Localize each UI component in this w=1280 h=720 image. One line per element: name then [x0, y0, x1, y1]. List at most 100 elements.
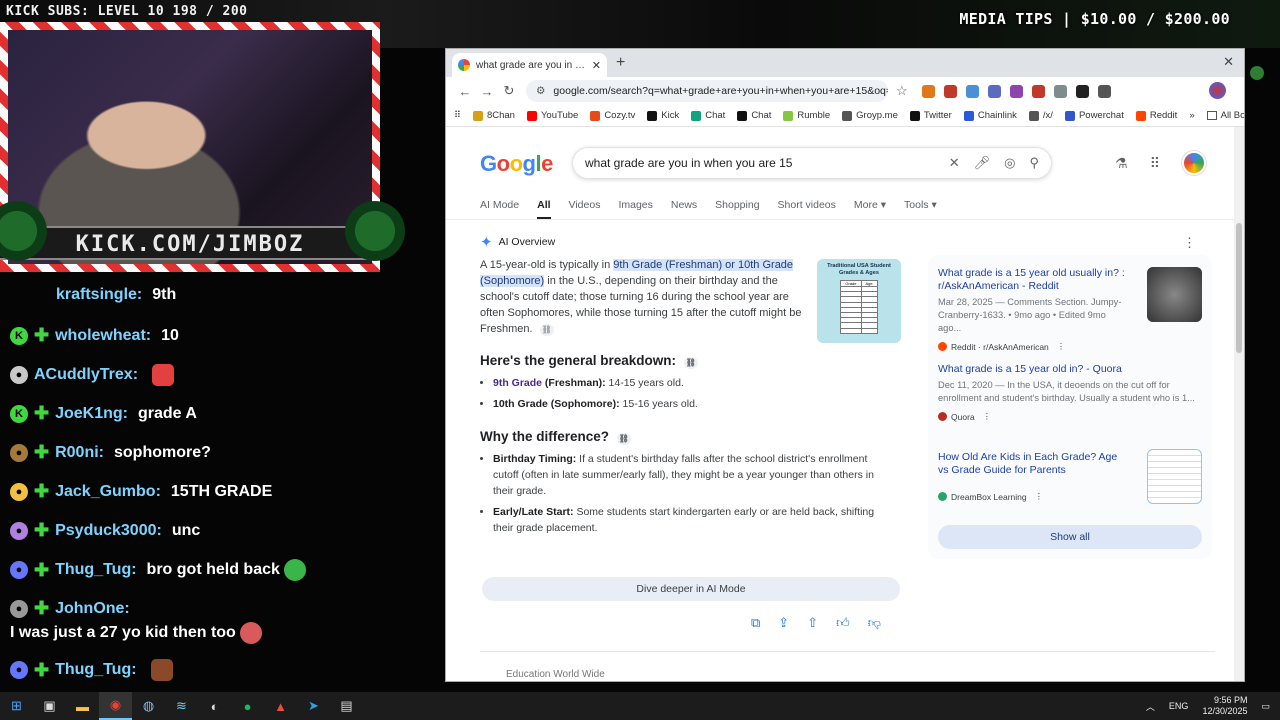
- export-icon[interactable]: ⇪: [778, 615, 789, 631]
- filter-shopping[interactable]: Shopping: [715, 199, 759, 220]
- bookmark-label: 8Chan: [486, 110, 515, 121]
- filter-news[interactable]: News: [671, 199, 697, 220]
- extension-icon[interactable]: [943, 84, 957, 98]
- extension-icon[interactable]: [1009, 84, 1023, 98]
- forward-icon[interactable]: →: [476, 84, 498, 99]
- grade-link[interactable]: 10th Grade: [493, 398, 548, 410]
- source-thumbnail[interactable]: [1147, 267, 1202, 322]
- language-indicator[interactable]: ENG: [1169, 701, 1189, 711]
- chevron-up-icon[interactable]: ︿: [1146, 700, 1155, 713]
- file-explorer-icon[interactable]: ▬: [66, 692, 99, 720]
- more-bookmarks-icon[interactable]: »: [1189, 110, 1194, 121]
- x-extension-icon[interactable]: [1075, 84, 1089, 98]
- bookmark-item[interactable]: Kick: [647, 110, 679, 121]
- bookmark-item[interactable]: Rumble: [783, 110, 830, 121]
- window-close-button[interactable]: ✕: [1223, 54, 1234, 70]
- more-options-icon[interactable]: ⋮: [1183, 235, 1196, 251]
- source-title[interactable]: What grade is a 15 year old usually in? …: [938, 267, 1128, 293]
- thumbs-up-icon[interactable]: 👍︎: [836, 615, 850, 631]
- grades-ages-chart-image[interactable]: Traditional USA Student Grades & Ages Gr…: [817, 259, 901, 343]
- spotify-icon[interactable]: ●: [231, 692, 264, 720]
- apps-grid-icon[interactable]: ⠿: [454, 110, 461, 121]
- clear-icon[interactable]: ✕: [949, 155, 960, 171]
- scrollbar-thumb[interactable]: [1236, 223, 1242, 353]
- app-icon[interactable]: ≋: [165, 692, 198, 720]
- bookmark-item[interactable]: /x/: [1028, 110, 1053, 121]
- scrollbar[interactable]: [1234, 127, 1244, 681]
- bookmark-item[interactable]: Chat: [737, 110, 771, 121]
- bookmark-item[interactable]: Reddit: [1135, 110, 1177, 121]
- labs-flask-icon[interactable]: ⚗: [1115, 155, 1128, 172]
- source-card[interactable]: What grade is a 15 year old usually in? …: [938, 267, 1202, 352]
- filter-more[interactable]: More ▾: [854, 199, 886, 220]
- filter-images[interactable]: Images: [618, 199, 652, 220]
- filter-videos[interactable]: Videos: [569, 199, 601, 220]
- windows-start-icon[interactable]: ⊞: [0, 692, 33, 720]
- bookmark-item[interactable]: Cozy.tv: [590, 110, 635, 121]
- bookmark-item[interactable]: Chat: [691, 110, 725, 121]
- grade-link[interactable]: 9th Grade: [493, 377, 542, 389]
- all-bookmarks-button[interactable]: All Bookmarks: [1206, 110, 1244, 121]
- source-more-icon[interactable]: ⋮: [983, 411, 992, 422]
- source-thumbnail[interactable]: [1147, 449, 1202, 504]
- share-icon[interactable]: ⇧: [807, 615, 818, 631]
- bookmark-item[interactable]: YouTube: [526, 110, 578, 121]
- bookmark-item[interactable]: Powerchat: [1064, 110, 1124, 121]
- extension-icon[interactable]: [1053, 84, 1067, 98]
- apps-grid-icon[interactable]: ⠿: [1150, 155, 1160, 172]
- search-icon[interactable]: ⚲: [1029, 155, 1039, 171]
- source-title[interactable]: How Old Are Kids in Each Grade? Age vs G…: [938, 451, 1128, 477]
- thumbs-down-icon[interactable]: 👎︎: [868, 615, 881, 631]
- back-icon[interactable]: ←: [454, 84, 476, 99]
- tab-close-icon[interactable]: ✕: [592, 59, 601, 72]
- mic-icon[interactable]: 🎤︎: [974, 155, 991, 171]
- link-icon[interactable]: ⛓: [616, 433, 631, 445]
- reload-icon[interactable]: ↻: [498, 83, 520, 99]
- kick-badge-icon: K: [10, 326, 28, 345]
- bookmark-item[interactable]: 8Chan: [472, 110, 515, 121]
- source-more-icon[interactable]: ⋮: [1035, 491, 1044, 502]
- notification-icon[interactable]: ▭: [1261, 701, 1270, 712]
- new-tab-button[interactable]: +: [616, 54, 625, 72]
- link-icon[interactable]: ⛓: [683, 357, 698, 369]
- google-logo[interactable]: Google: [480, 151, 553, 177]
- app-icon[interactable]: ▲: [264, 692, 297, 720]
- link-icon[interactable]: ⛓: [539, 324, 554, 336]
- show-all-button[interactable]: Show all: [938, 525, 1202, 549]
- filter-ai-mode[interactable]: AI Mode: [480, 199, 519, 220]
- puzzle-icon[interactable]: [1097, 84, 1111, 98]
- account-avatar[interactable]: [1182, 151, 1206, 175]
- bookmark-item[interactable]: Chainlink: [963, 110, 1017, 121]
- telegram-icon[interactable]: ➤: [297, 692, 330, 720]
- task-view-icon[interactable]: ▣: [33, 692, 66, 720]
- lens-icon[interactable]: ◎: [1004, 155, 1015, 171]
- source-card[interactable]: What grade is a 15 year old in? - Quora …: [938, 363, 1202, 422]
- extension-icon[interactable]: [987, 84, 1001, 98]
- chrome-icon[interactable]: ◉: [99, 692, 132, 720]
- browser-tab[interactable]: what grade are you in when yo ✕: [452, 53, 607, 77]
- profile-avatar[interactable]: [1209, 82, 1226, 99]
- steam-icon[interactable]: ◍: [132, 692, 165, 720]
- extension-icon[interactable]: [1031, 84, 1045, 98]
- search-input[interactable]: what grade are you in when you are 15 ✕ …: [572, 147, 1052, 179]
- bookmark-star-icon[interactable]: ☆: [896, 83, 908, 99]
- next-result-partial[interactable]: Education World Wide: [506, 669, 605, 680]
- source-title[interactable]: What grade is a 15 year old in? - Quora: [938, 363, 1178, 376]
- bookmark-item[interactable]: Twitter: [909, 110, 952, 121]
- bookmark-item[interactable]: Groyp.me: [842, 110, 898, 121]
- filter-all[interactable]: All: [537, 199, 551, 220]
- site-info-icon[interactable]: ⚙: [536, 85, 545, 97]
- source-card[interactable]: How Old Are Kids in Each Grade? Age vs G…: [938, 449, 1202, 504]
- clock[interactable]: 9:56 PM 12/30/2025: [1202, 695, 1247, 717]
- extension-icon[interactable]: [921, 84, 935, 98]
- address-bar[interactable]: ⚙ google.com/search?q=what+grade+are+you…: [526, 80, 888, 102]
- filter-tools[interactable]: Tools ▾: [904, 199, 937, 220]
- app-icon[interactable]: ▤: [330, 692, 363, 720]
- source-site: Reddit · r/AskAnAmerican ⋮: [938, 341, 1202, 352]
- extension-icon[interactable]: [965, 84, 979, 98]
- dive-deeper-button[interactable]: Dive deeper in AI Mode: [482, 577, 900, 601]
- obs-icon[interactable]: ◐: [198, 692, 231, 720]
- filter-short-videos[interactable]: Short videos: [778, 199, 836, 220]
- source-more-icon[interactable]: ⋮: [1057, 341, 1066, 352]
- copy-icon[interactable]: ⧉: [751, 615, 760, 631]
